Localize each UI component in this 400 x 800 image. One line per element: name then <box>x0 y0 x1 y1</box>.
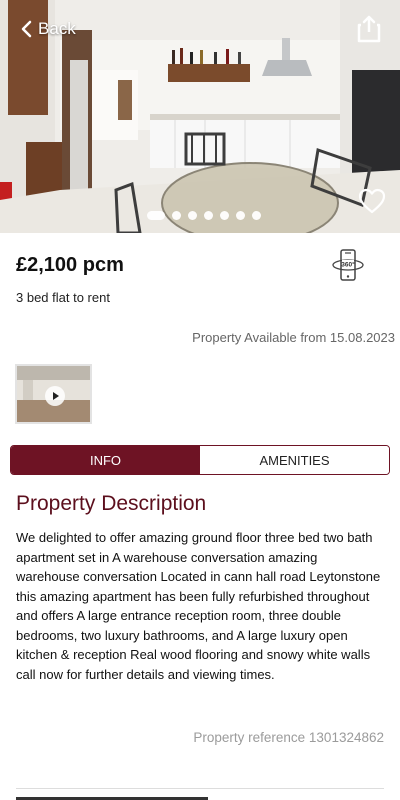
gallery-dot[interactable] <box>188 211 197 220</box>
property-photo-gallery[interactable]: Back <box>0 0 400 233</box>
svg-text:360°: 360° <box>341 261 355 269</box>
availability-date: Property Available from 15.08.2023 <box>192 330 395 345</box>
listing-subtitle: 3 bed flat to rent <box>16 290 110 305</box>
tab-info[interactable]: INFO <box>11 446 200 474</box>
property-reference: Property reference 1301324862 <box>193 730 384 745</box>
gallery-dot[interactable] <box>204 211 213 220</box>
gallery-dot[interactable] <box>147 211 165 220</box>
gallery-pagination[interactable] <box>147 211 261 220</box>
share-icon[interactable] <box>356 14 382 44</box>
detail-tabs: INFO AMENITIES <box>10 445 390 475</box>
description-body: We delighted to offer amazing ground flo… <box>16 530 381 682</box>
gallery-dot[interactable] <box>236 211 245 220</box>
gallery-dot[interactable] <box>172 211 181 220</box>
divider <box>16 788 384 789</box>
heart-icon[interactable] <box>358 188 386 214</box>
phone-360-icon[interactable]: 360° <box>331 248 365 282</box>
video-thumbnail[interactable] <box>15 364 92 424</box>
play-icon[interactable] <box>45 386 65 406</box>
gallery-dot[interactable] <box>252 211 261 220</box>
description-title: Property Description <box>16 492 207 515</box>
listing-price: £2,100 pcm <box>16 254 124 276</box>
back-label: Back <box>38 19 76 38</box>
gallery-dot[interactable] <box>220 211 229 220</box>
chevron-left-icon <box>21 20 32 38</box>
back-button[interactable]: Back <box>20 16 76 42</box>
tab-amenities[interactable]: AMENITIES <box>200 446 389 474</box>
